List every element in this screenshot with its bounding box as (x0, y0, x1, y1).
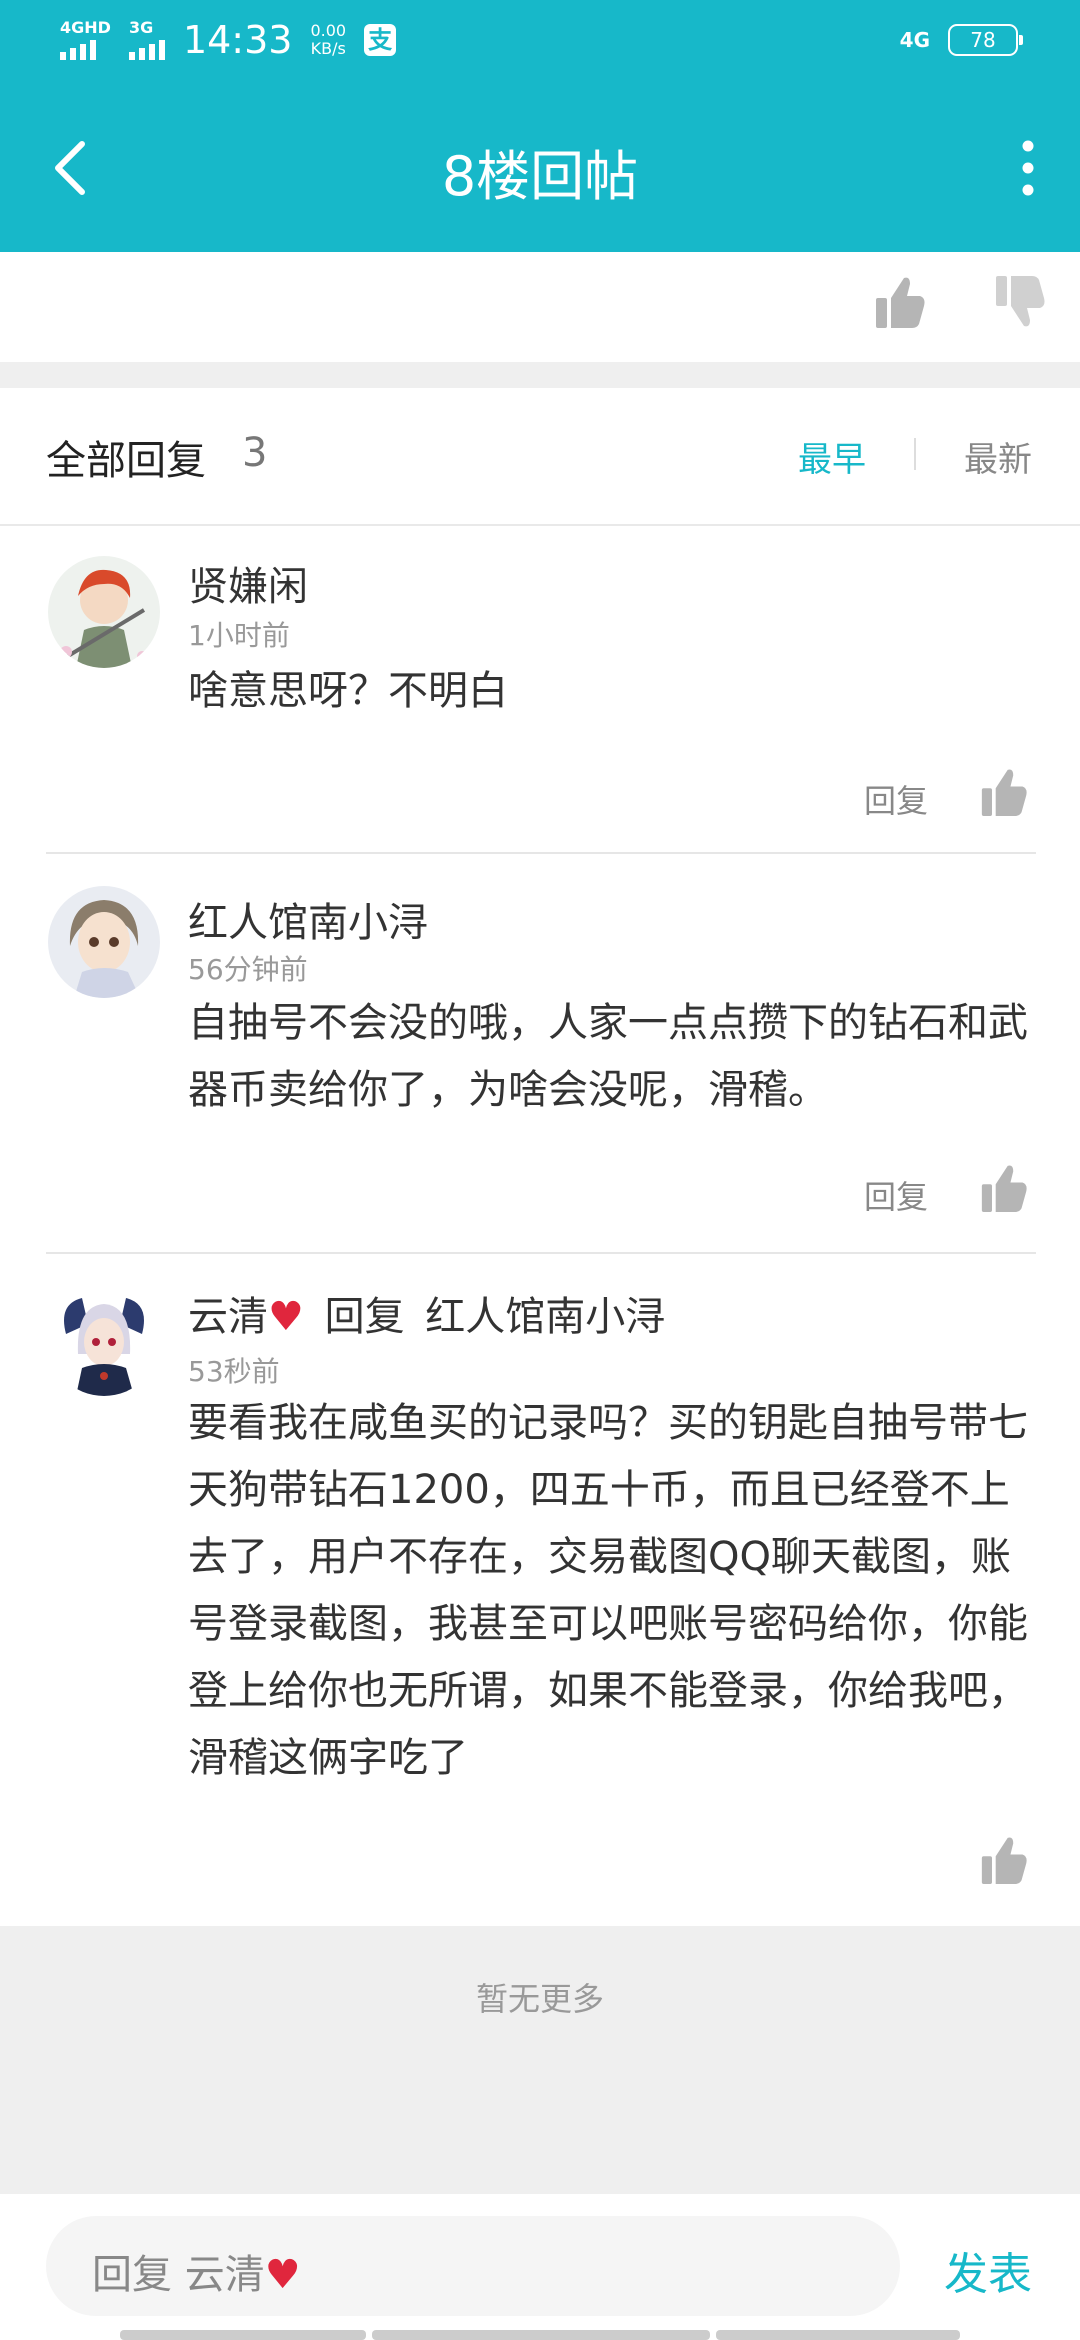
avatar[interactable] (48, 556, 160, 668)
more-button[interactable] (1016, 140, 1040, 196)
speed-unit: KB/s (310, 39, 346, 58)
post-vote-row (0, 252, 1080, 362)
comment-time: 53秒前 (188, 1355, 280, 1388)
speed-value: 0.00 (310, 21, 347, 40)
avatar-image (48, 1284, 160, 1396)
comment-like-button[interactable] (980, 1162, 1028, 1218)
thumb-up-icon (876, 277, 925, 328)
post-dislike-button[interactable] (994, 274, 1046, 334)
more-vertical-icon (1022, 140, 1034, 196)
app-bar: 8楼回帖 (0, 84, 1080, 252)
avatar[interactable] (48, 1284, 160, 1396)
sort-earliest-tab[interactable]: 最早 (798, 432, 866, 481)
comment-header-line: 云清♥ 回复 红人馆南小浔 (188, 1284, 665, 1342)
avatar-image (48, 886, 160, 998)
send-button[interactable]: 发表 (944, 2238, 1032, 2302)
signal-bars-icon (60, 40, 96, 60)
reply-input[interactable]: 回复 云清♥ (46, 2216, 900, 2316)
sim1-label: 4GHD (60, 18, 111, 37)
post-like-button[interactable] (874, 274, 926, 334)
comment-time: 1小时前 (188, 619, 290, 652)
signal-sim2: 3G (128, 18, 165, 60)
comment-body: 要看我在咸鱼买的记录吗？买的钥匙自抽号带七天狗带钻石1200，四五十币，而且已经… (188, 1400, 1028, 1781)
alipay-icon: 支 (364, 24, 397, 56)
replies-count: 3 (242, 430, 268, 476)
reply-button[interactable]: 回复 (864, 1172, 928, 1218)
reply-input-placeholder: 回复 云清♥ (92, 2252, 301, 2298)
reply-target-name[interactable]: 红人馆南小浔 (425, 1294, 665, 1340)
sim2-label: 3G (128, 18, 154, 37)
page-title: 8楼回帖 (441, 145, 639, 208)
status-right: 4G 78 (899, 24, 1023, 56)
sort-divider (914, 438, 916, 470)
comment-body: 啥意思呀？不明白 (188, 668, 508, 714)
signal-sim1: 4GHD (60, 20, 111, 60)
comment-like-button[interactable] (980, 1834, 1028, 1890)
comment-author[interactable]: 云清 (188, 1294, 268, 1340)
reply-button[interactable]: 回复 (864, 776, 928, 822)
signal-bars-icon (128, 40, 165, 60)
heart-icon: ♥ (264, 2252, 301, 2298)
thumb-up-icon (981, 769, 1027, 816)
comment-item: 红人馆南小浔 56分钟前 自抽号不会没的哦，人家一点点攒下的钻石和武器币卖给你了… (0, 856, 1080, 1254)
comment-author[interactable]: 贤嫌闲 (188, 554, 308, 612)
avatar[interactable] (48, 886, 160, 998)
section-separator (0, 362, 1080, 388)
sort-newest-tab[interactable]: 最新 (964, 432, 1032, 481)
replies-title: 全部回复 (46, 438, 206, 484)
battery-level: 78 (970, 28, 996, 52)
reply-word: 回复 (324, 1294, 405, 1340)
status-bar: 4GHD 3G 14:33 0.00 KB/s 支 4G 78 (0, 0, 1080, 84)
comment-item: 贤嫌闲 1小时前 啥意思呀？不明白 回复 (0, 526, 1080, 856)
thumb-down-icon (996, 276, 1045, 327)
bottom-handle-segment (372, 2330, 710, 2340)
network-speed: 0.00 KB/s (310, 22, 346, 58)
battery-icon: 78 (948, 24, 1023, 56)
comment-divider (46, 852, 1036, 854)
comment-item: 云清♥ 回复 红人馆南小浔 53秒前 要看我在咸鱼买的记录吗？买的钥匙自抽号带七… (0, 1254, 1080, 1926)
comment-like-button[interactable] (980, 766, 1028, 822)
network-type: 4G (899, 28, 930, 52)
comment-time: 56分钟前 (188, 953, 308, 986)
no-more-text: 暂无更多 (475, 1980, 604, 2018)
heart-icon: ♥ (268, 1294, 304, 1340)
bottom-handle-segment (716, 2330, 960, 2340)
comment-author[interactable]: 红人馆南小浔 (188, 890, 428, 948)
status-left: 4GHD 3G 14:33 0.00 KB/s 支 (60, 18, 397, 62)
status-time: 14:33 (182, 18, 293, 62)
thumb-up-icon (981, 1837, 1027, 1884)
thumb-up-icon (981, 1165, 1027, 1212)
comment-body: 自抽号不会没的哦，人家一点点攒下的钻石和武器币卖给你了，为啥会没呢，滑稽。 (188, 1000, 1028, 1113)
list-footer: 暂无更多 (0, 1926, 1080, 2194)
replies-header: 全部回复 3 最早 最新 (0, 388, 1080, 526)
reply-input-bar: 回复 云清♥ 发表 (0, 2194, 1080, 2340)
bottom-handle-segment (120, 2330, 366, 2340)
avatar-image (48, 556, 160, 668)
